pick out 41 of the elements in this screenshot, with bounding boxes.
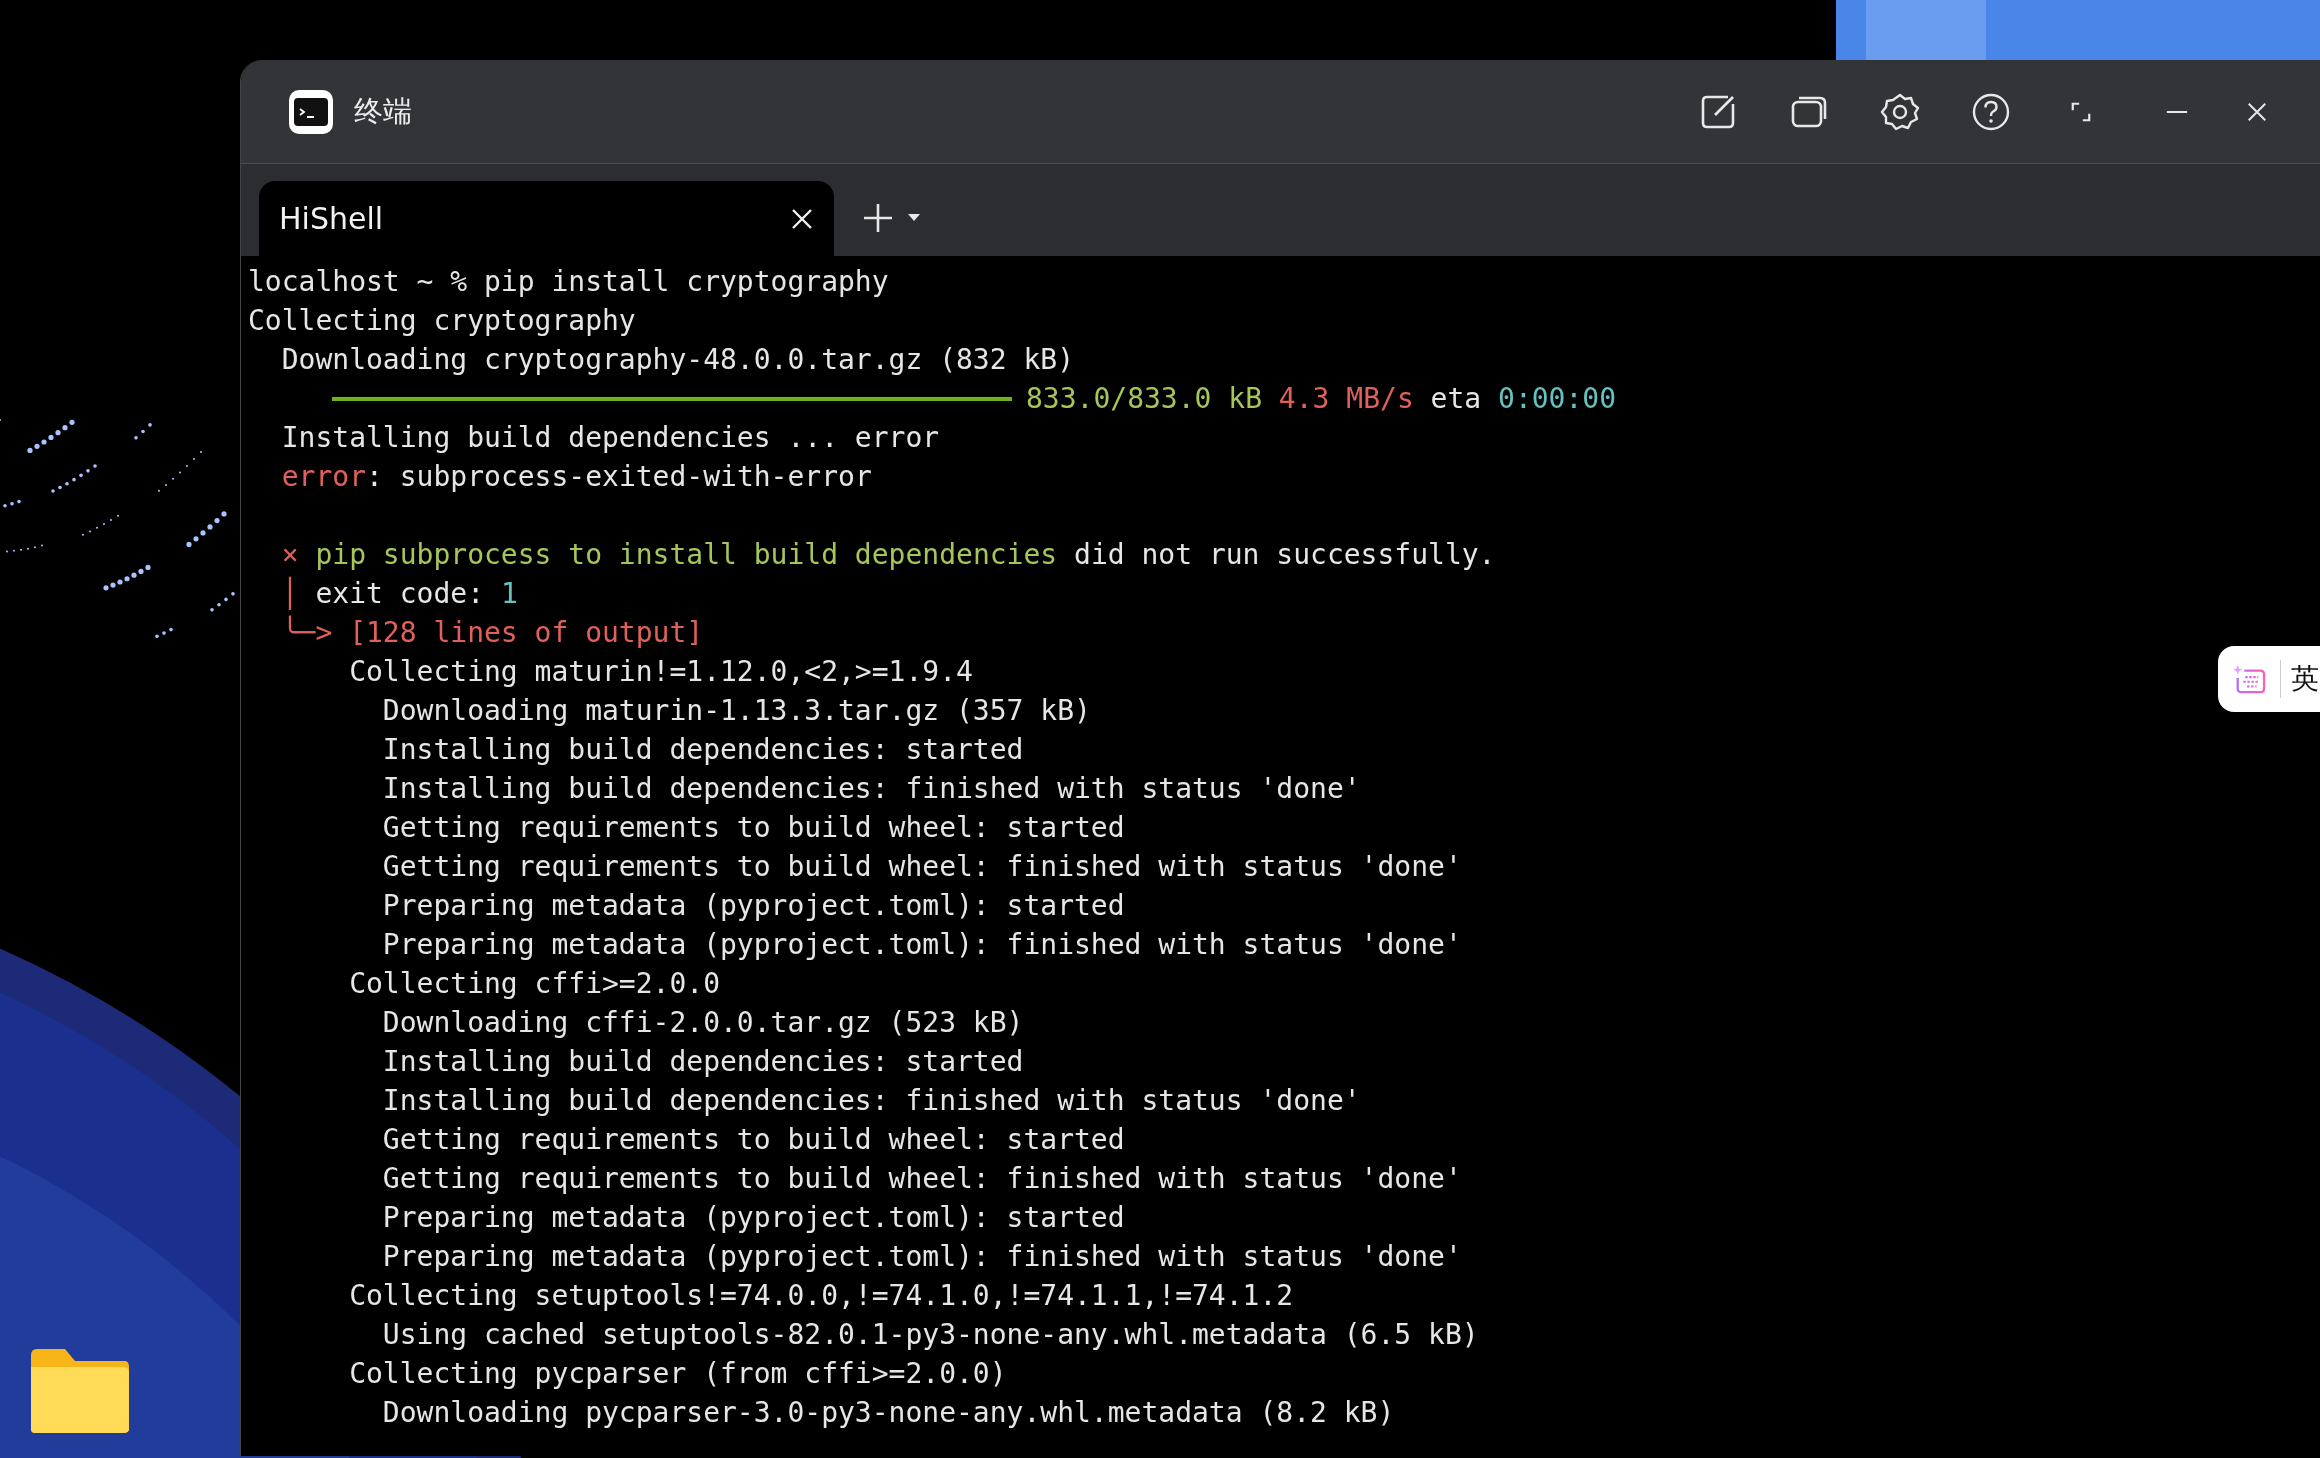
terminal-line: Getting requirements to build wheel: started <box>381 810 1125 846</box>
add-tab-icon[interactable] <box>862 202 894 234</box>
terminal-line: Preparing metadata (pyproject.toml): finished with status 'done' <box>381 1239 1462 1275</box>
terminal-line: Installing build dependencies ... error <box>280 420 940 456</box>
terminal-line: Getting requirements to build wheel: finished with status 'done' <box>381 1161 1462 1197</box>
restore-icon[interactable] <box>2070 100 2092 123</box>
terminal-line: Downloading cffi-2.0.0.tar.gz (523 kB) <box>381 1005 1024 1041</box>
terminal-line: Installing build dependencies: started <box>381 1044 1024 1080</box>
terminal-line: Using cached setuptools-82.0.1-py3-none-any.whl.metadata (6.5 kB) <box>381 1317 1479 1353</box>
terminal-line: Collecting setuptools!=74.0.0,!=74.1.0,!=74.1.1,!=74.1.2 <box>348 1278 1294 1314</box>
terminal-line: Installing build dependencies: started <box>381 732 1024 768</box>
terminal-line: │ exit code: 1 <box>280 575 518 612</box>
terminal-line: Downloading pycparser-3.0-py3-none-any.whl.metadata (8.2 kB) <box>381 1395 1395 1431</box>
terminal-line: Downloading cryptography-48.0.0.tar.gz (832 kB) <box>280 342 1074 378</box>
close-icon[interactable] <box>790 206 814 231</box>
terminal-line: localhost ~ % pip install cryptography <box>248 264 889 300</box>
terminal-line: Collecting cffi>=2.0.0 <box>348 966 720 1002</box>
window-title: 终端 <box>354 92 412 130</box>
terminal-line: Installing build dependencies: finished with status 'done' <box>381 771 1361 807</box>
terminal-line: Collecting pycparser (from cffi>=2.0.0) <box>348 1356 1007 1392</box>
terminal-line: × pip subprocess to install build dependencies did not run successfully. <box>280 537 1496 573</box>
close-icon[interactable] <box>2246 100 2268 123</box>
terminal-line: Getting requirements to build wheel: finished with status 'done' <box>381 849 1462 885</box>
terminal-line: error: subprocess-exited-with-error <box>280 459 872 495</box>
help-icon[interactable] <box>1971 91 2011 132</box>
terminal-line: 833.0/833.0 kB 4.3 MB/s eta 0:00:00 <box>1026 381 1617 417</box>
settings-icon[interactable] <box>1880 91 1920 132</box>
keyboard-icon[interactable] <box>2232 663 2266 695</box>
terminal-line: Preparing metadata (pyproject.toml): started <box>381 1200 1125 1236</box>
terminal-line: Getting requirements to build wheel: started <box>381 1122 1125 1158</box>
terminal-line: ╰─> [128 lines of output] <box>280 614 704 651</box>
terminal-line: Collecting cryptography <box>248 303 636 339</box>
terminal-app-icon <box>288 88 334 135</box>
caret-icon[interactable] <box>908 214 920 222</box>
terminal-line: Installing build dependencies: finished with status 'done' <box>381 1083 1361 1119</box>
terminal-line: Preparing metadata (pyproject.toml): started <box>381 888 1125 924</box>
terminal-line: Preparing metadata (pyproject.toml): finished with status 'done' <box>381 927 1462 963</box>
terminal-line: Collecting maturin!=1.12.0,<2,>=1.9.4 <box>348 654 973 690</box>
input-mode-label[interactable]: 英 <box>2291 660 2319 698</box>
terminal-line: Downloading maturin-1.13.3.tar.gz (357 kB) <box>381 693 1091 729</box>
terminal-tab[interactable]: HiShell <box>259 181 834 256</box>
